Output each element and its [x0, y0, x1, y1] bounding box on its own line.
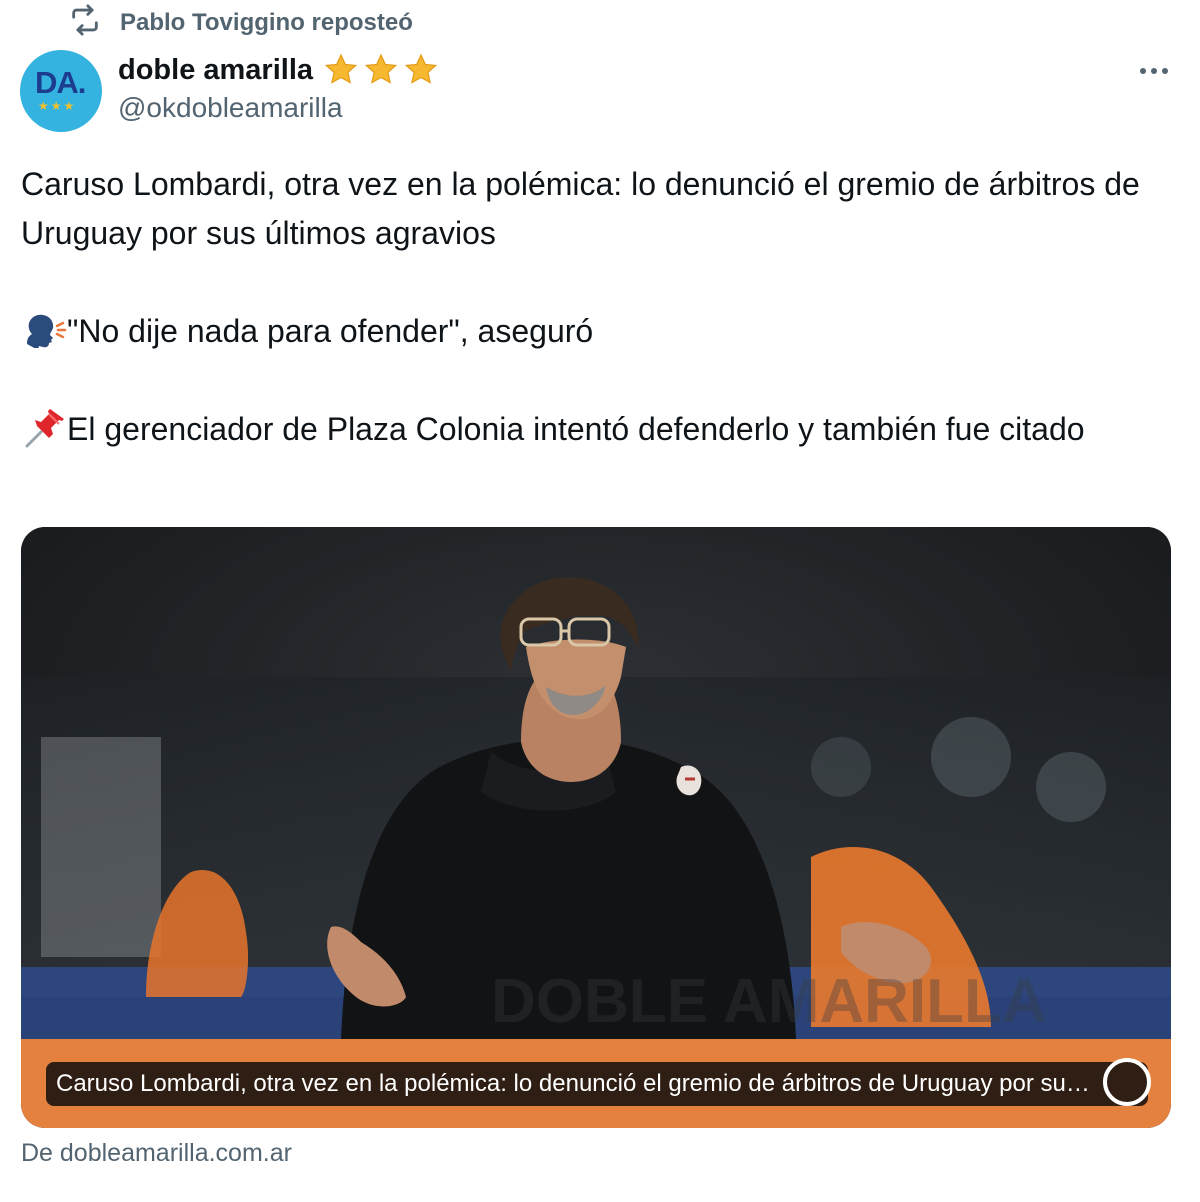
card-caption: Caruso Lombardi, otra vez en la polémica…	[46, 1062, 1148, 1106]
tweet-line-2: "No dije nada para ofender", aseguró	[21, 307, 1171, 356]
coach-photo: DOBLE AMARILLA	[21, 527, 1171, 1039]
tweet-text: Caruso Lombardi, otra vez en la polémica…	[21, 160, 1171, 454]
three-stars-badge-icon	[323, 52, 439, 88]
author-name-line: doble amarilla	[118, 50, 439, 90]
user-handle[interactable]: @okdobleamarilla	[118, 92, 343, 124]
avatar-stars: ★★★	[38, 99, 77, 113]
pushpin-icon	[25, 409, 64, 448]
repost-icon	[68, 3, 102, 44]
speaking-head-icon	[27, 314, 67, 348]
svg-text:DOBLE AMARILLA: DOBLE AMARILLA	[491, 967, 1047, 1036]
tweet-pin-text: El gerenciador de Plaza Colonia intentó …	[67, 411, 1085, 447]
display-name[interactable]: doble amarilla	[118, 54, 313, 87]
avatar[interactable]: DA. ★★★	[20, 50, 102, 132]
link-card[interactable]: DOBLE AMARILLA Caruso Lombardi, otra vez…	[21, 527, 1171, 1128]
more-options-button[interactable]	[1132, 54, 1176, 88]
link-source[interactable]: De dobleamarilla.com.ar	[21, 1139, 292, 1168]
tweet-line-3: El gerenciador de Plaza Colonia intentó …	[21, 405, 1171, 454]
repost-label: Pablo Toviggino reposteó	[120, 9, 413, 36]
tweet-quote: "No dije nada para ofender", aseguró	[67, 313, 594, 349]
tweet-line-1: Caruso Lombardi, otra vez en la polémica…	[21, 166, 1140, 251]
repost-indicator[interactable]: Pablo Toviggino reposteó	[68, 3, 413, 40]
avatar-monogram: DA.	[35, 65, 86, 100]
circle-icon	[1103, 1058, 1151, 1106]
more-dots-icon	[1140, 68, 1168, 74]
